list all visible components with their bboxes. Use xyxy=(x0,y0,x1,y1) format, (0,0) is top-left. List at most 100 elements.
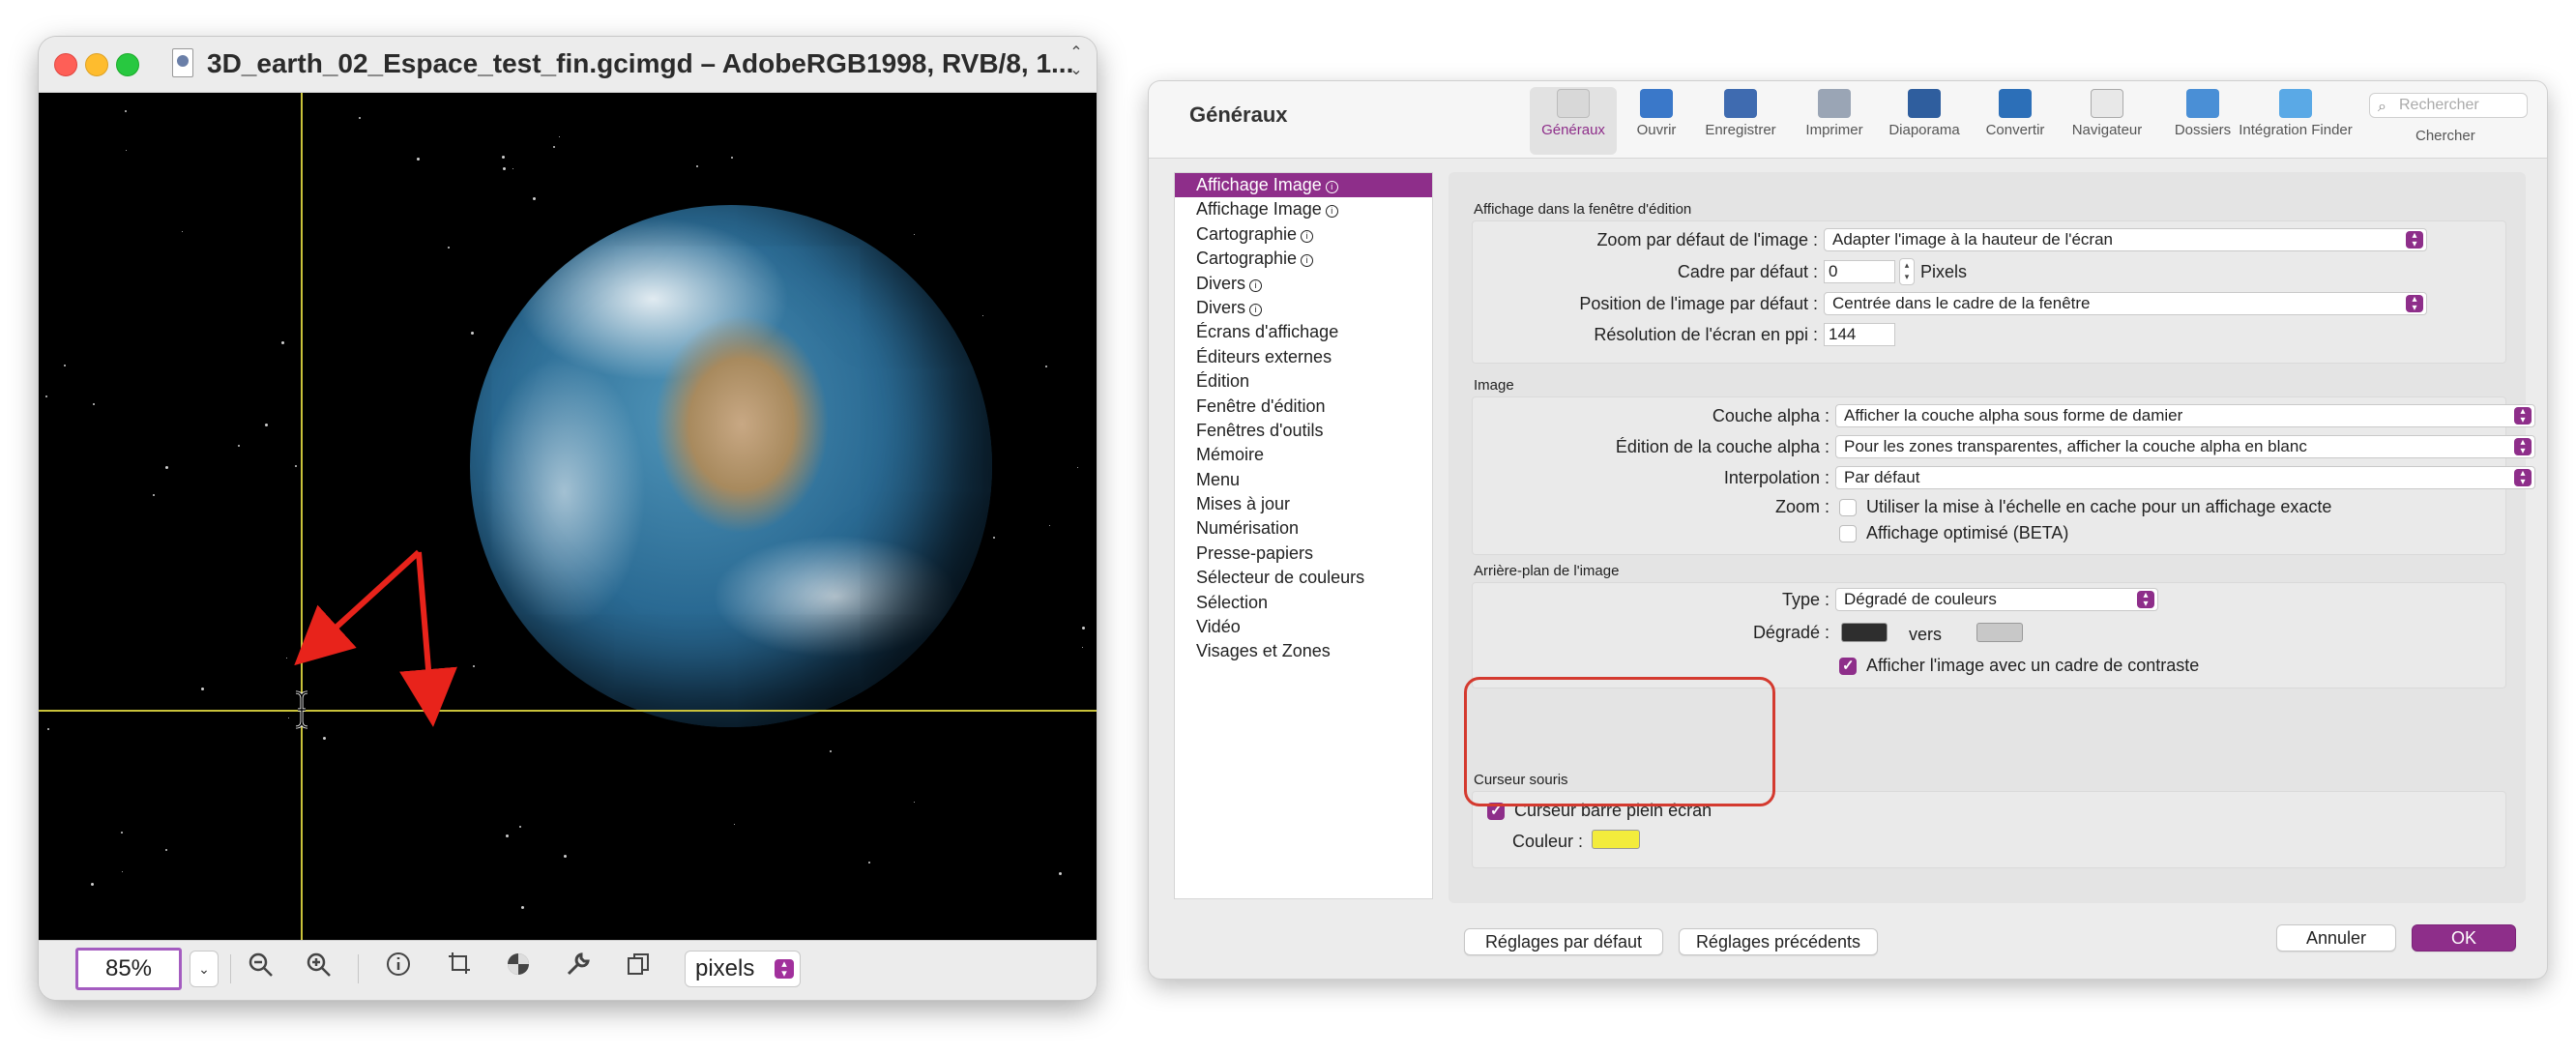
select-value: Centrée dans le cadre de la fenêtre xyxy=(1832,294,2091,312)
zoom-label: Zoom : xyxy=(1774,497,1830,516)
toolbar-label: Ouvrir xyxy=(1636,122,1677,138)
minimize-button[interactable] xyxy=(85,53,108,76)
ibeam-cursor-icon xyxy=(295,690,308,729)
select-value: Afficher la couche alpha sous forme de d… xyxy=(1844,406,2183,425)
contrast-frame-checkbox[interactable] xyxy=(1839,657,1857,675)
sidebar-item[interactable]: Vidéo xyxy=(1175,615,1432,639)
crop-icon[interactable] xyxy=(439,951,478,987)
toolbar-print[interactable]: Imprimer xyxy=(1793,87,1876,155)
unit-select[interactable]: pixels ▴ ▾ xyxy=(685,951,801,987)
sidebar-item-label: Fenêtre d'édition xyxy=(1196,395,1326,416)
close-button[interactable] xyxy=(54,53,77,76)
finder-icon xyxy=(2279,89,2312,118)
updown-icon: ▴ ▾ xyxy=(2514,438,2532,456)
sidebar-item[interactable]: Affichage Image i xyxy=(1175,197,1432,221)
info-icon[interactable] xyxy=(379,951,418,987)
slideshow-icon xyxy=(1908,89,1941,118)
image-window: 3D_earth_02_Espace_test_fin.gcimgd – Ado… xyxy=(39,37,1097,1000)
updown-icon: ▴ ▾ xyxy=(2406,231,2423,249)
sidebar-item[interactable]: Sélecteur de couleurs xyxy=(1175,566,1432,590)
cached-scaling-checkbox[interactable] xyxy=(1839,499,1857,516)
toolbar-label: Enregistrer xyxy=(1705,122,1776,138)
toolbar-convert[interactable]: Convertir xyxy=(1973,87,2058,155)
zoom-window-button[interactable] xyxy=(116,53,139,76)
copy-icon[interactable] xyxy=(619,951,658,987)
sidebar-item[interactable]: Presse-papiers xyxy=(1175,542,1432,566)
sidebar-item[interactable]: Fenêtre d'édition xyxy=(1175,395,1432,419)
sidebar-item[interactable]: Cartographie i xyxy=(1175,247,1432,271)
color-wheel-icon[interactable] xyxy=(499,951,538,987)
sidebar-item-label: Menu xyxy=(1196,469,1241,489)
select-value: Pour les zones transparentes, afficher l… xyxy=(1844,437,2307,455)
unit-select-value: pixels xyxy=(695,955,755,981)
sidebar-item[interactable]: Divers i xyxy=(1175,296,1432,320)
info-icon: i xyxy=(1249,303,1263,316)
category-list: Affichage Image i Affichage Image i Cartogra… xyxy=(1174,172,1433,899)
zoom-default-select[interactable]: Adapter l'image à la hauteur de l'écran ▴… xyxy=(1824,228,2427,251)
toolbar-finder[interactable]: Intégration Finder xyxy=(2218,87,2373,155)
interpolation-select[interactable]: Par défaut ▴ ▾ xyxy=(1835,466,2535,489)
wrench-icon[interactable] xyxy=(559,951,598,987)
cursor-color-swatch[interactable] xyxy=(1592,830,1640,849)
resolution-field[interactable]: 144 xyxy=(1824,323,1895,346)
info-icon: i xyxy=(1301,229,1314,243)
updown-icon: ▴ ▾ xyxy=(2514,469,2532,487)
alpha-edit-select[interactable]: Pour les zones transparentes, afficher l… xyxy=(1835,435,2535,458)
gradient-from-swatch[interactable] xyxy=(1841,623,1888,642)
info-icon: i xyxy=(1325,181,1338,193)
zoom-out-icon[interactable] xyxy=(242,951,280,987)
ok-button[interactable]: OK xyxy=(2412,924,2516,952)
frame-stepper[interactable]: ▴ ▾ xyxy=(1899,258,1915,285)
sidebar-item[interactable]: Cartographie i xyxy=(1175,222,1432,247)
sidebar-item[interactable]: Mémoire xyxy=(1175,443,1432,467)
cancel-button[interactable]: Annuler xyxy=(2276,924,2396,952)
updown-icon: ▴ ▾ xyxy=(2137,591,2154,609)
title-updown-icon[interactable]: ⌃ ⌄ xyxy=(1066,44,1087,83)
sidebar-item[interactable]: Menu xyxy=(1175,468,1432,492)
previous-settings-button[interactable]: Réglages précédents xyxy=(1679,928,1878,955)
sidebar-item[interactable]: Divers i xyxy=(1175,272,1432,296)
preferences-title: Généraux xyxy=(1189,102,1288,127)
sidebar-item-label: Divers xyxy=(1196,297,1246,317)
image-toolbar: 85% ⌄ pixels ▴ ▾ xyxy=(39,940,1097,1000)
gradient-to-swatch[interactable] xyxy=(1976,623,2023,642)
alpha-select[interactable]: Afficher la couche alpha sous forme de d… xyxy=(1835,404,2535,427)
toolbar-browser[interactable]: Navigateur xyxy=(2054,87,2160,155)
zoom-in-icon[interactable] xyxy=(300,951,338,987)
bg-type-select[interactable]: Dégradé de couleurs ▴ ▾ xyxy=(1835,588,2158,611)
print-icon xyxy=(1818,89,1851,118)
sidebar-item[interactable]: Éditeurs externes xyxy=(1175,345,1432,369)
search-input[interactable]: ⌕ Rechercher xyxy=(2369,93,2528,118)
title-bar[interactable]: 3D_earth_02_Espace_test_fin.gcimgd – Ado… xyxy=(39,37,1097,93)
sidebar-item-label: Sélecteur de couleurs xyxy=(1196,568,1365,588)
sidebar-item[interactable]: Affichage Image i xyxy=(1175,173,1432,198)
zoom-field[interactable]: 85% xyxy=(75,948,182,990)
sidebar-item[interactable]: Écrans d'affichage xyxy=(1175,320,1432,344)
sidebar-item[interactable]: Fenêtres d'outils xyxy=(1175,419,1432,443)
sidebar-item[interactable]: Édition xyxy=(1175,369,1432,394)
sidebar-item-label: Mémoire xyxy=(1196,445,1265,465)
updown-icon: ▴ ▾ xyxy=(2514,407,2532,425)
toolbar-save[interactable]: Enregistrer xyxy=(1690,87,1791,155)
sidebar-item-label: Éditeurs externes xyxy=(1196,346,1332,366)
toolbar-slideshow[interactable]: Diaporama xyxy=(1876,87,1973,155)
optimized-display-checkbox[interactable] xyxy=(1839,525,1857,542)
image-canvas[interactable] xyxy=(39,93,1097,940)
sidebar-item-label: Mises à jour xyxy=(1196,494,1291,514)
document-icon[interactable] xyxy=(172,48,193,77)
sidebar-item[interactable]: Numérisation xyxy=(1175,516,1432,541)
cursor-color-label: Couleur : xyxy=(1512,832,1584,851)
position-default-select[interactable]: Centrée dans le cadre de la fenêtre ▴ ▾ xyxy=(1824,292,2427,315)
info-icon: i xyxy=(1325,205,1338,219)
sidebar-item[interactable]: Sélection xyxy=(1175,591,1432,615)
sidebar-item[interactable]: Visages et Zones xyxy=(1175,639,1432,663)
toolbar-general[interactable]: Généraux xyxy=(1530,87,1617,155)
zoom-menu-button[interactable]: ⌄ xyxy=(190,951,219,987)
frame-default-field[interactable]: 0 xyxy=(1824,260,1895,283)
position-default-label: Position de l'image par défaut : xyxy=(1579,294,1818,313)
toolbar-label: Diaporama xyxy=(1888,122,1960,138)
sidebar-item[interactable]: Mises à jour xyxy=(1175,492,1432,516)
general-icon xyxy=(1557,89,1590,118)
defaults-button[interactable]: Réglages par défaut xyxy=(1464,928,1663,955)
toolbar-open[interactable]: Ouvrir xyxy=(1623,87,1690,155)
